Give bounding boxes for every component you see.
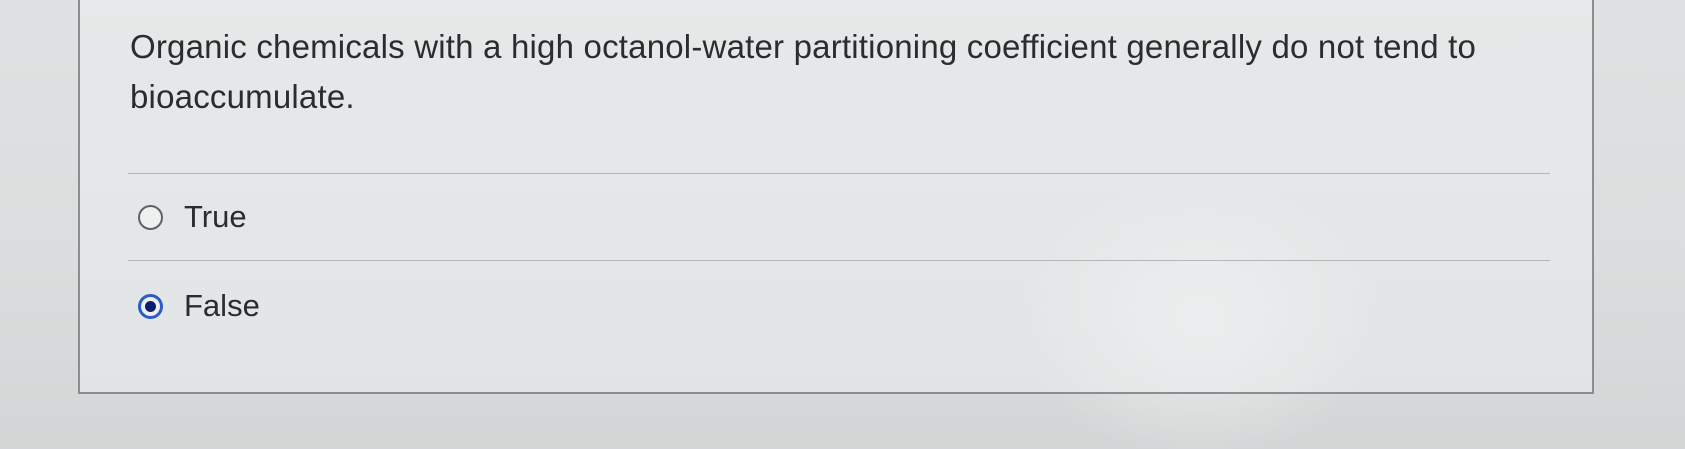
question-text: Organic chemicals with a high octanol-wa… — [130, 28, 1477, 115]
option-true[interactable]: True — [138, 195, 247, 239]
radio-button-false-selected[interactable] — [138, 293, 163, 319]
option-true-label: True — [184, 199, 247, 234]
radio-button-true[interactable] — [138, 204, 163, 230]
option-false-label: False — [184, 288, 260, 323]
divider — [128, 173, 1550, 174]
divider — [128, 260, 1550, 261]
option-false[interactable]: False — [138, 284, 260, 328]
